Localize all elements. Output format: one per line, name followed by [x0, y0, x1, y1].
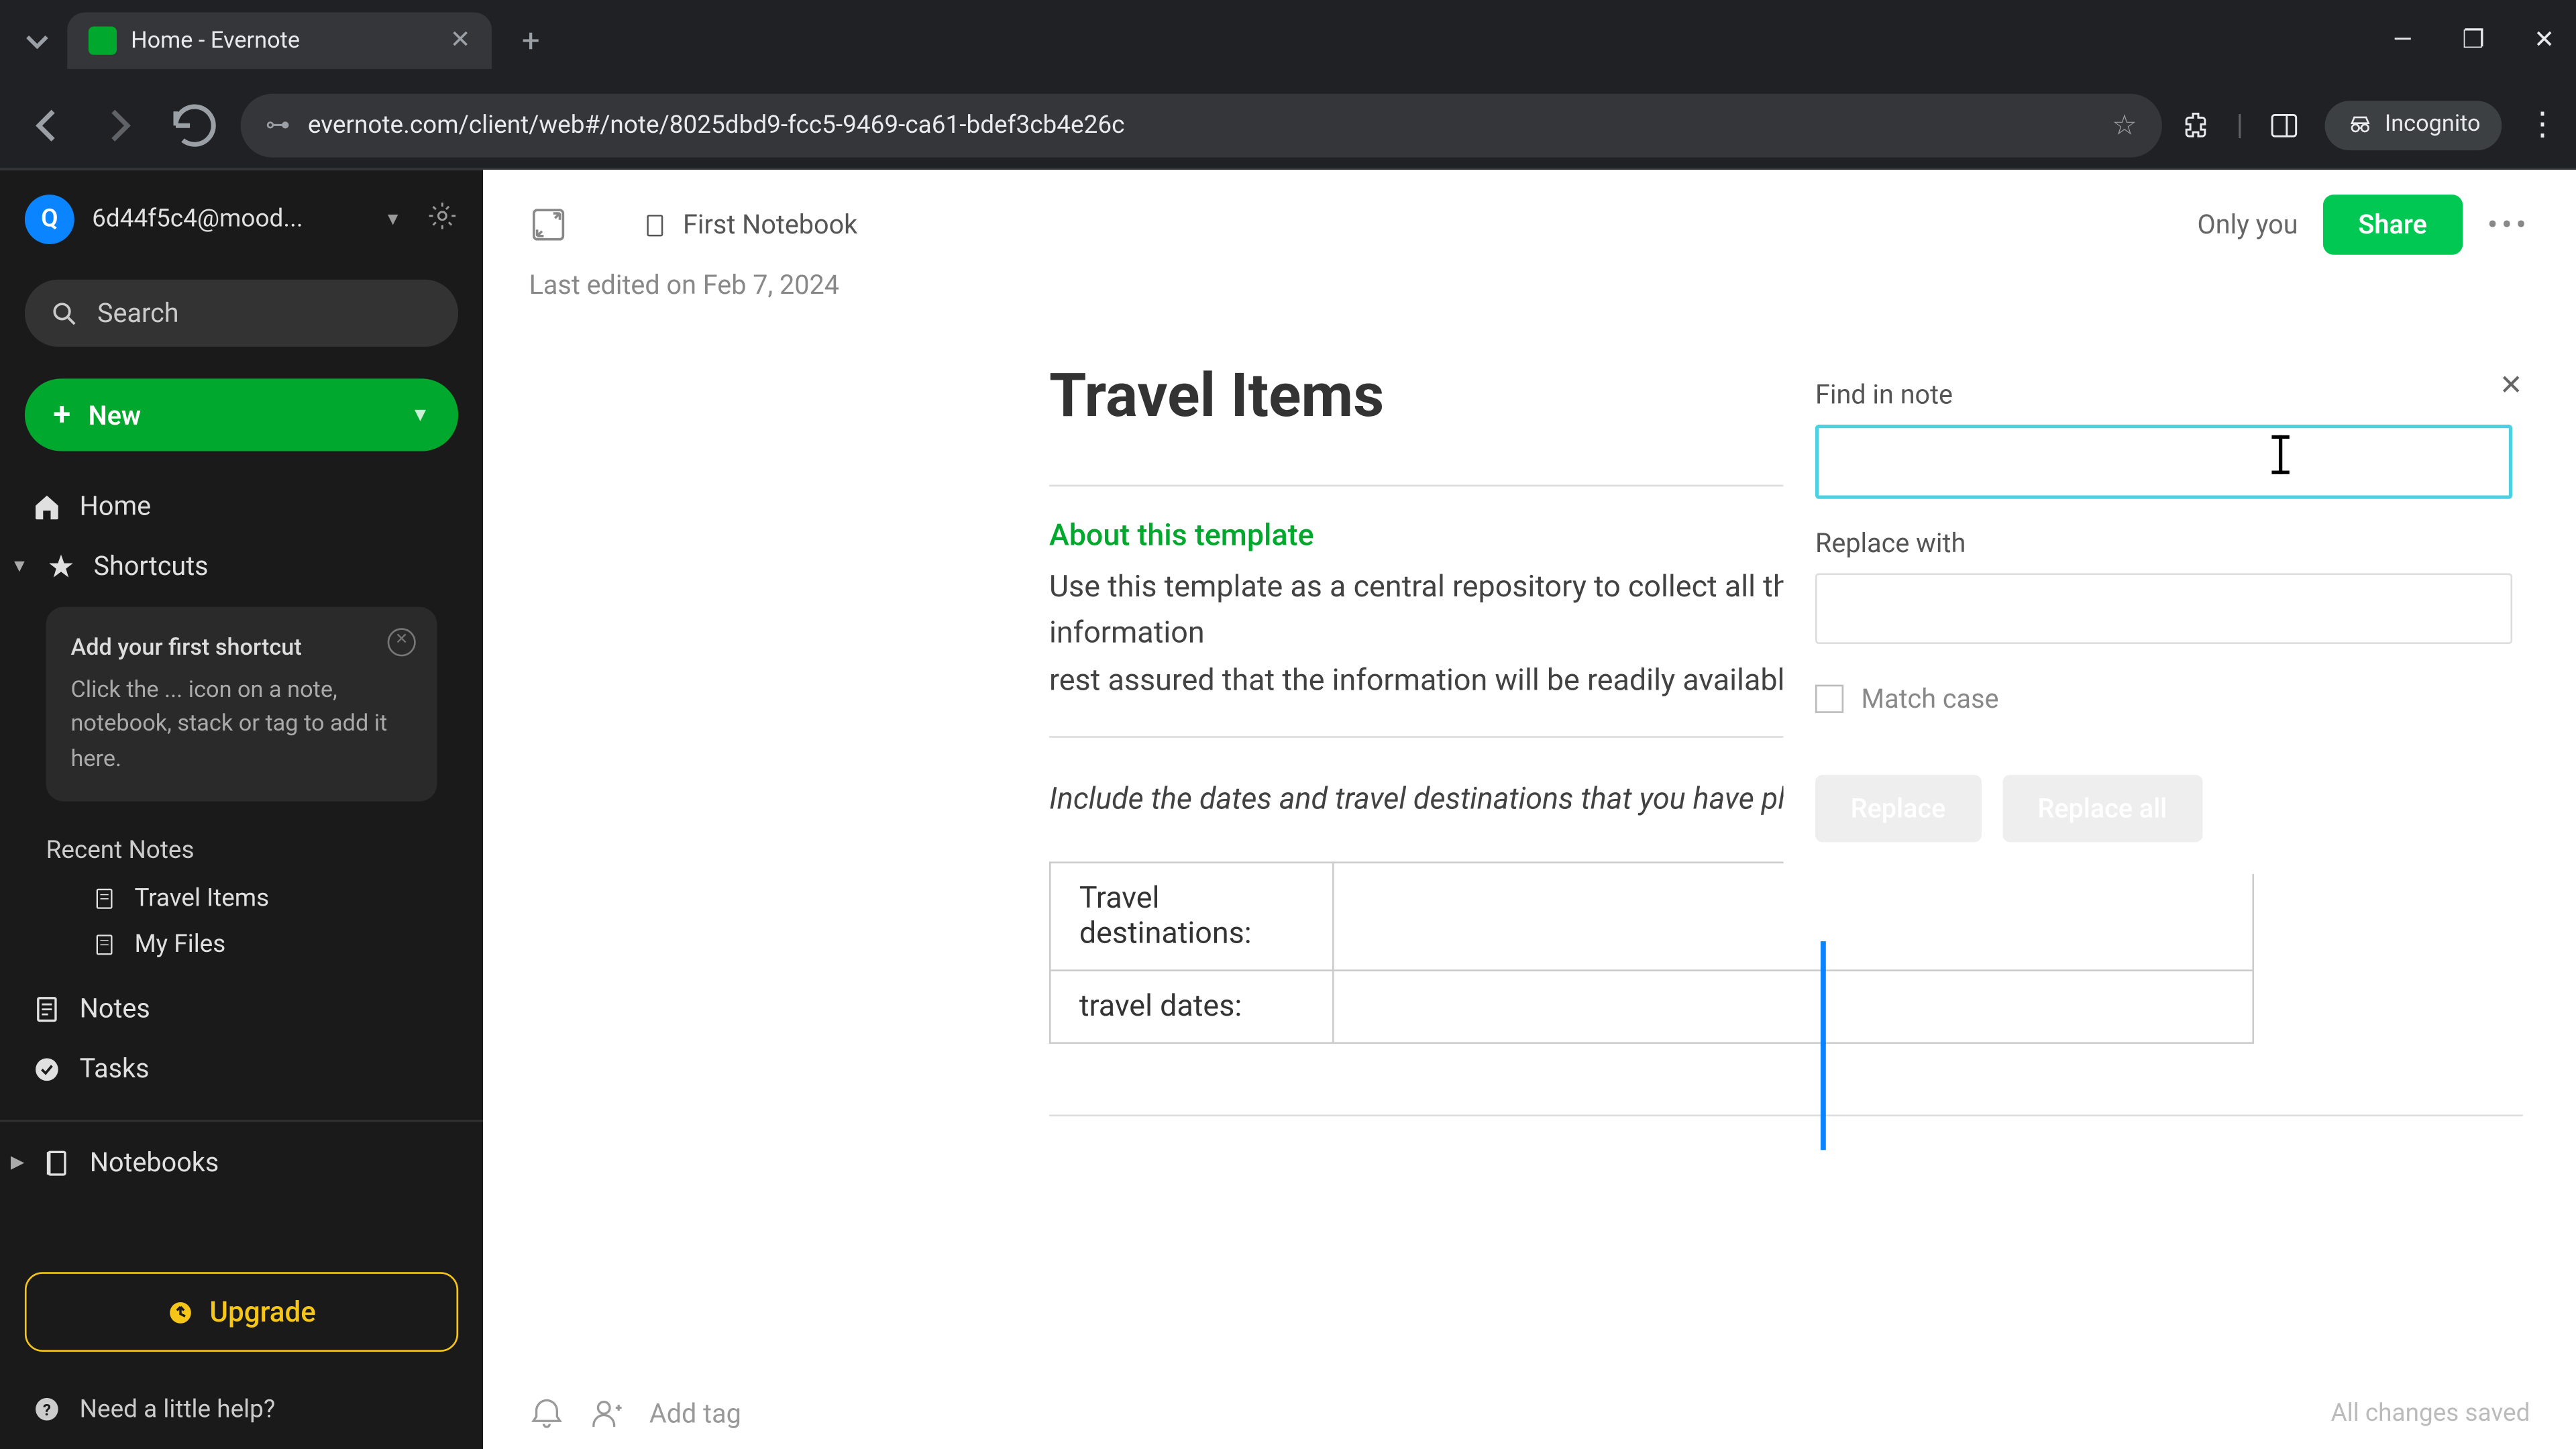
- find-label: Find in note: [1815, 378, 2512, 410]
- table-cell-label[interactable]: Travel destinations:: [1050, 863, 1333, 971]
- need-help-label: Need a little help?: [80, 1395, 276, 1424]
- close-window-icon[interactable]: ✕: [2526, 27, 2562, 55]
- avatar: Q: [25, 195, 74, 244]
- replace-button[interactable]: Replace: [1815, 775, 1981, 842]
- reminder-icon[interactable]: [529, 1396, 565, 1432]
- table-cell-value[interactable]: [1333, 971, 2253, 1044]
- gear-icon[interactable]: [427, 200, 458, 239]
- table-column-handle[interactable]: [1821, 941, 1826, 1150]
- address-bar-row: ⊶ evernote.com/client/web#/note/8025dbd9…: [0, 81, 2576, 170]
- expand-icon[interactable]: [529, 205, 568, 244]
- minimize-icon[interactable]: —: [2385, 27, 2420, 55]
- chevron-down-icon[interactable]: ▼: [384, 210, 402, 229]
- search-placeholder: Search: [97, 297, 179, 329]
- evernote-favicon: [89, 27, 117, 55]
- sharing-status[interactable]: Only you: [2198, 209, 2298, 240]
- tab-title: Home - Evernote: [131, 28, 435, 54]
- sidepanel-icon[interactable]: [2268, 109, 2300, 140]
- note-body[interactable]: Travel Items About this template Use thi…: [0, 325, 2576, 1378]
- forward-button[interactable]: [92, 97, 148, 153]
- notebook-icon: [642, 211, 669, 238]
- maximize-icon[interactable]: ❐: [2456, 27, 2491, 55]
- travel-table[interactable]: Travel destinations: travel dates:: [1049, 862, 2254, 1044]
- url-text: evernote.com/client/web#/note/8025dbd9-f…: [308, 111, 2094, 139]
- note-topbar: First Notebook Only you Share •••: [483, 170, 2576, 269]
- incognito-label: Incognito: [2385, 111, 2481, 138]
- table-row: Travel destinations:: [1050, 863, 2253, 971]
- extensions-icon[interactable]: [2180, 109, 2211, 140]
- browser-tab-strip: Home - Evernote ✕ + — ❐ ✕: [0, 0, 2576, 81]
- text-cursor-icon: [2279, 435, 2282, 474]
- close-icon[interactable]: ✕: [2500, 368, 2523, 402]
- tab-close-icon[interactable]: ✕: [450, 27, 471, 55]
- new-tab-button[interactable]: +: [506, 16, 555, 66]
- match-case-row[interactable]: Match case: [1815, 683, 2512, 714]
- more-menu-icon[interactable]: •••: [2487, 206, 2530, 243]
- svg-text:?: ?: [43, 1400, 51, 1419]
- checkbox[interactable]: [1815, 685, 1843, 713]
- table-cell-value[interactable]: [1333, 863, 2253, 971]
- search-icon: [50, 298, 80, 328]
- save-status: All changes saved: [2331, 1399, 2530, 1428]
- table-cell-label[interactable]: travel dates:: [1050, 971, 1333, 1044]
- note-footer: Add tag All changes saved: [483, 1379, 2576, 1449]
- table-row: travel dates:: [1050, 971, 2253, 1044]
- bookmark-icon[interactable]: ☆: [2112, 108, 2137, 142]
- main-content: First Notebook Only you Share ••• Last e…: [483, 170, 2576, 1449]
- user-email: 6d44f5c4@mood...: [92, 205, 366, 233]
- help-icon: ?: [32, 1394, 62, 1424]
- back-button[interactable]: [17, 97, 74, 153]
- user-account-row[interactable]: Q 6d44f5c4@mood... ▼: [0, 170, 483, 262]
- replace-label: Replace with: [1815, 527, 2512, 559]
- window-controls: — ❐ ✕: [2385, 27, 2562, 55]
- incognito-indicator[interactable]: Incognito: [2324, 100, 2502, 150]
- replace-all-button[interactable]: Replace all: [2002, 775, 2202, 842]
- last-edited-label: Last edited on Feb 7, 2024: [483, 269, 2576, 325]
- site-settings-icon[interactable]: ⊶: [266, 111, 290, 139]
- find-replace-panel: ✕ Find in note Replace with Match case R…: [1783, 347, 2544, 874]
- browser-tab[interactable]: Home - Evernote ✕: [67, 12, 492, 68]
- breadcrumb-notebook: First Notebook: [683, 209, 857, 240]
- tab-search-dropdown[interactable]: [14, 17, 60, 64]
- match-case-label: Match case: [1862, 683, 1999, 714]
- divider: [1049, 1116, 2523, 1118]
- browser-menu-icon[interactable]: ⋮: [2526, 106, 2558, 143]
- need-help-link[interactable]: ? Need a little help?: [0, 1377, 483, 1449]
- breadcrumb[interactable]: First Notebook: [642, 209, 857, 240]
- add-tag-input[interactable]: Add tag: [649, 1398, 741, 1430]
- find-input[interactable]: [1815, 425, 2512, 499]
- share-button[interactable]: Share: [2322, 195, 2462, 255]
- add-person-icon[interactable]: [589, 1396, 625, 1432]
- url-bar[interactable]: ⊶ evernote.com/client/web#/note/8025dbd9…: [241, 93, 2162, 156]
- replace-input[interactable]: [1815, 574, 2512, 644]
- reload-button[interactable]: [166, 97, 223, 153]
